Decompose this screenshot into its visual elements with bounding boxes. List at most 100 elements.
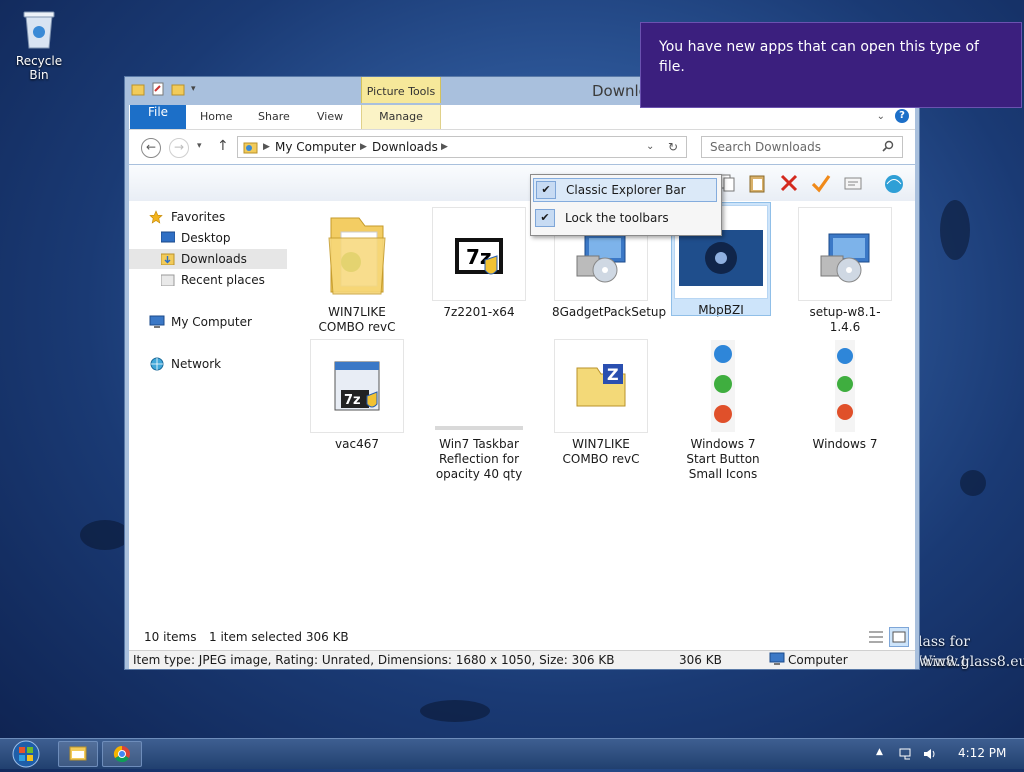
properties-icon[interactable]: [843, 173, 863, 193]
recent-locations-icon[interactable]: ▾: [197, 141, 202, 151]
taskbar-chrome-button[interactable]: [102, 741, 142, 767]
taskbar: ▲ 4:12 PM: [0, 738, 1024, 769]
delete-icon[interactable]: [779, 173, 799, 193]
strip-image: [432, 339, 526, 433]
selection-info: 1 item selected 306 KB: [209, 630, 349, 644]
folder-icon[interactable]: [131, 82, 145, 96]
file-name: Windows 7 Start Button Small Icons: [686, 437, 760, 481]
file-name: setup-w8.1-1.4.6: [809, 305, 881, 334]
breadcrumb-separator-icon: ▶: [441, 142, 448, 152]
zip-folder-icon: Z: [554, 339, 648, 433]
check-icon: ✔: [536, 181, 556, 199]
file-name: 7z2201-x64: [443, 305, 515, 319]
tab-manage[interactable]: Manage: [361, 105, 441, 129]
recycle-bin[interactable]: Recycle Bin: [6, 8, 72, 82]
recent-places-icon: [160, 273, 175, 287]
new-folder-icon[interactable]: [171, 82, 185, 96]
nav-downloads[interactable]: Downloads: [129, 249, 287, 269]
svg-text:7z: 7z: [344, 393, 361, 408]
large-icons-view-icon[interactable]: [889, 627, 909, 647]
taskbar-explorer-button[interactable]: [58, 741, 98, 767]
chevron-down-icon[interactable]: ▾: [191, 84, 196, 94]
forward-button[interactable]: →: [169, 138, 189, 158]
orb-strip-icon: [676, 339, 770, 433]
orb-strip-icon: [798, 339, 892, 433]
file-name: Windows 7: [812, 437, 878, 451]
refresh-icon[interactable]: ↻: [668, 140, 678, 154]
checkmark-icon[interactable]: [811, 173, 831, 193]
back-button[interactable]: ←: [141, 138, 161, 158]
paste-icon[interactable]: [747, 173, 767, 193]
nav-recent-places[interactable]: Recent places: [129, 270, 287, 290]
breadcrumb-separator-icon: ▶: [360, 142, 367, 152]
search-input[interactable]: Search Downloads: [710, 140, 821, 154]
clock[interactable]: 4:12 PM: [958, 746, 1006, 760]
quick-access-toolbar: ▾: [131, 82, 196, 96]
file-name: WIN7LIKE COMBO revC: [562, 437, 640, 466]
menu-item-lock-toolbars[interactable]: ✔ Lock the toolbars: [533, 207, 717, 231]
details-view-icon[interactable]: [867, 628, 885, 649]
nav-favorites[interactable]: Favorites: [129, 207, 287, 227]
tab-share[interactable]: Share: [258, 105, 290, 129]
7zip-installer-icon: 7z: [432, 207, 526, 301]
star-icon: [149, 210, 163, 224]
tab-view[interactable]: View: [317, 105, 343, 129]
address-row: ← → ▾ ↑ ▶ My Computer ▶ Downloads ▶ ⌄ ↻ …: [129, 130, 915, 164]
svg-text:Z: Z: [607, 365, 619, 384]
file-item[interactable]: 7z vac467: [308, 337, 406, 452]
computer-icon: [769, 652, 785, 669]
file-item[interactable]: Win7 Taskbar Reflection for opacity 40 q…: [430, 337, 528, 482]
show-hidden-icons-icon[interactable]: ▲: [876, 747, 890, 761]
file-name: vac467: [335, 437, 379, 451]
item-count: 10 items: [144, 630, 197, 644]
volume-icon[interactable]: [922, 747, 936, 761]
nav-desktop[interactable]: Desktop: [129, 228, 287, 248]
nav-my-computer[interactable]: My Computer: [129, 312, 287, 332]
watermark-line2: www.glass8.eu: [922, 654, 1024, 670]
file-name: WIN7LIKE COMBO revC: [318, 305, 396, 334]
network-tray-icon[interactable]: [898, 747, 912, 761]
breadcrumb-my-computer[interactable]: My Computer: [275, 140, 356, 154]
breadcrumb-separator-icon: ▶: [263, 142, 270, 152]
downloads-folder-icon: [160, 252, 175, 266]
file-name: Win7 Taskbar Reflection for opacity 40 q…: [435, 437, 523, 481]
address-bar[interactable]: ▶ My Computer ▶ Downloads ▶ ⌄ ↻: [237, 136, 687, 158]
settings-shell-icon[interactable]: [883, 173, 903, 193]
status-bar: 10 items 1 item selected 306 KB: [129, 626, 915, 650]
desktop-icon: [160, 231, 176, 244]
start-button[interactable]: [6, 739, 44, 769]
nav-network[interactable]: Network: [129, 354, 287, 374]
7zip-app-icon: 7z: [310, 339, 404, 433]
expand-ribbon-icon[interactable]: ⌄: [877, 111, 885, 122]
menu-item-classic-explorer-bar[interactable]: ✔ Classic Explorer Bar: [533, 178, 717, 202]
tab-file[interactable]: File: [130, 105, 186, 129]
new-apps-notification[interactable]: You have new apps that can open this typ…: [640, 22, 1022, 108]
classic-explorer-toolbar: [129, 165, 915, 202]
notification-text: You have new apps that can open this typ…: [659, 39, 979, 75]
up-arrow-icon[interactable]: ↑: [217, 138, 229, 154]
file-name: MbpBZI: [698, 303, 744, 317]
search-box[interactable]: Search Downloads: [701, 136, 903, 158]
file-item[interactable]: 7z 7z2201-x64: [430, 205, 528, 320]
check-icon: ✔: [535, 209, 555, 227]
file-item[interactable]: Z WIN7LIKE COMBO revC: [552, 337, 650, 467]
navigation-pane: Favorites Desktop Downloads Recent place…: [129, 201, 289, 626]
details-bar: Item type: JPEG image, Rating: Unrated, …: [129, 650, 915, 669]
address-dropdown-icon[interactable]: ⌄: [646, 141, 654, 152]
folder-icon: [310, 207, 404, 301]
file-item[interactable]: Windows 7: [796, 337, 894, 452]
location-folder-icon: [243, 139, 259, 158]
file-item[interactable]: Windows 7 Start Button Small Icons: [674, 337, 772, 482]
properties-icon[interactable]: [151, 82, 165, 96]
tab-home[interactable]: Home: [200, 105, 232, 129]
picture-tools-tab-group: Picture Tools: [361, 77, 441, 103]
computer-icon: [149, 315, 165, 328]
breadcrumb-downloads[interactable]: Downloads: [372, 140, 438, 154]
help-icon[interactable]: ?: [895, 109, 909, 123]
file-size: 306 KB: [679, 653, 722, 667]
file-item[interactable]: setup-w8.1-1.4.6: [796, 205, 894, 335]
content-area: Favorites Desktop Downloads Recent place…: [129, 201, 915, 626]
recycle-bin-icon: [22, 8, 56, 50]
recycle-bin-label: Recycle Bin: [15, 54, 63, 82]
file-item[interactable]: WIN7LIKE COMBO revC: [308, 205, 406, 335]
